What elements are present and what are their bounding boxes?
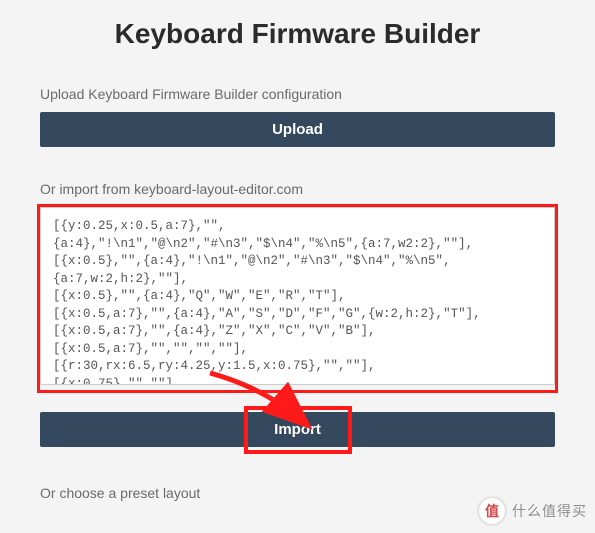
watermark: 值 什么值得买 [478,497,587,525]
import-button[interactable]: Import [40,412,555,447]
upload-button[interactable]: Upload [40,112,555,147]
import-section-label: Or import from keyboard-layout-editor.co… [40,181,555,197]
upload-section-label: Upload Keyboard Firmware Builder configu… [40,86,555,102]
watermark-badge-icon: 值 [478,497,506,525]
layout-json-textarea[interactable] [40,207,555,385]
watermark-text: 什么值得买 [512,501,587,521]
page-title: Keyboard Firmware Builder [40,18,555,50]
